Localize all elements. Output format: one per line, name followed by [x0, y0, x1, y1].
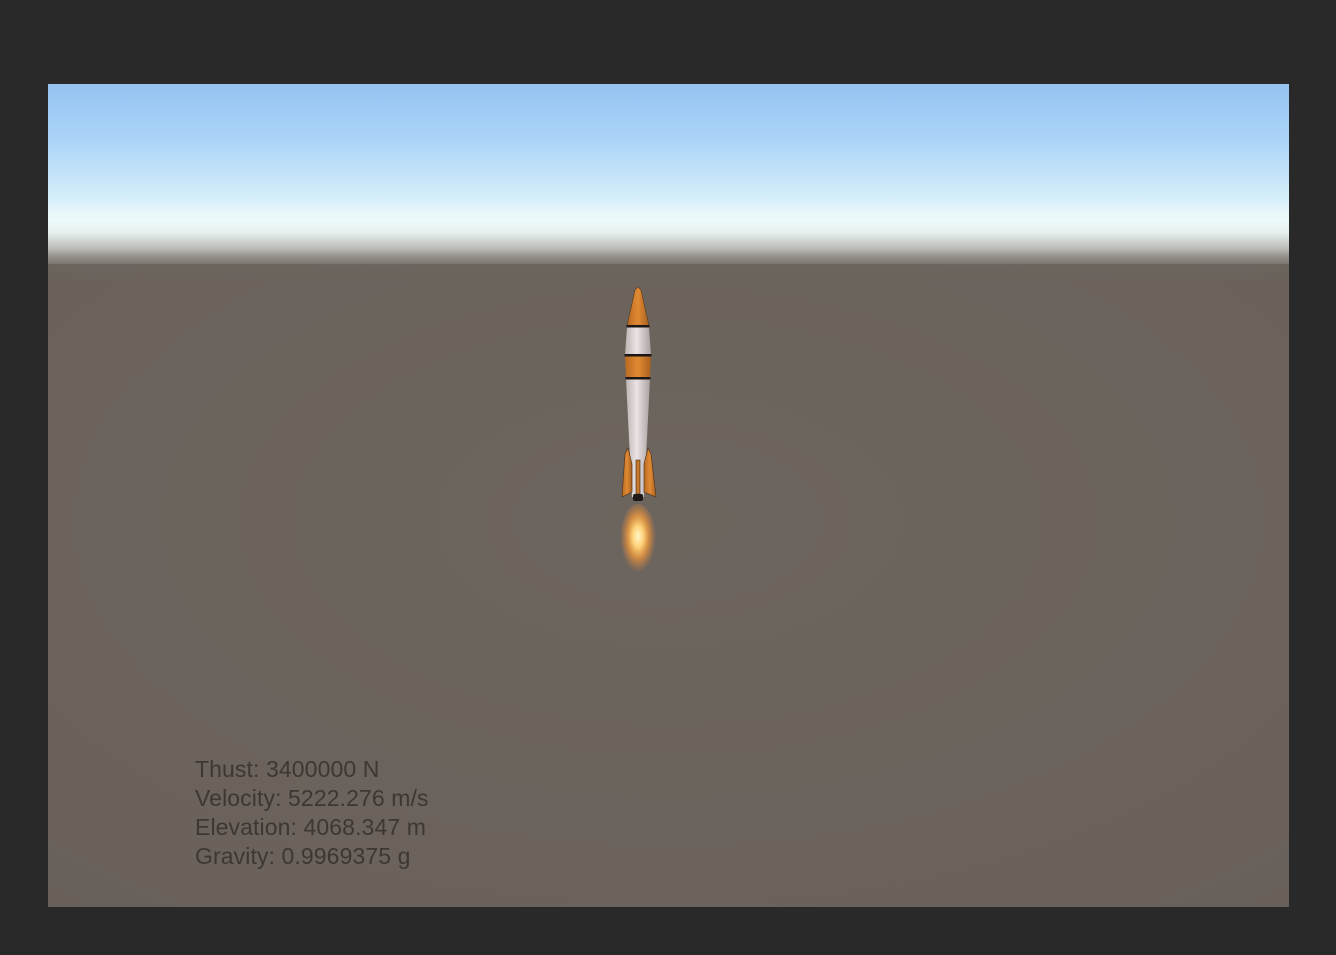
rocket-nose-cone — [626, 286, 650, 327]
thrust-readout: Thust: 3400000 N — [195, 756, 380, 782]
engine-flame — [620, 504, 656, 576]
editor-frame: Thust: 3400000 N Velocity: 5222.276 m/s … — [0, 0, 1336, 955]
horizon-haze — [48, 249, 1289, 279]
rocket-upper-band — [625, 327, 651, 355]
rocket-fin-center — [635, 459, 641, 495]
gravity-readout: Gravity: 0.9969375 g — [195, 843, 411, 869]
rocket-nozzle — [633, 494, 643, 501]
velocity-readout: Velocity: 5222.276 m/s — [195, 785, 429, 811]
rocket — [620, 286, 657, 576]
elevation-readout: Elevation: 4068.347 m — [195, 814, 426, 840]
game-viewport[interactable]: Thust: 3400000 N Velocity: 5222.276 m/s … — [48, 84, 1289, 907]
telemetry-hud: Thust: 3400000 N Velocity: 5222.276 m/s … — [195, 755, 429, 871]
rocket-orange-band — [625, 356, 651, 378]
